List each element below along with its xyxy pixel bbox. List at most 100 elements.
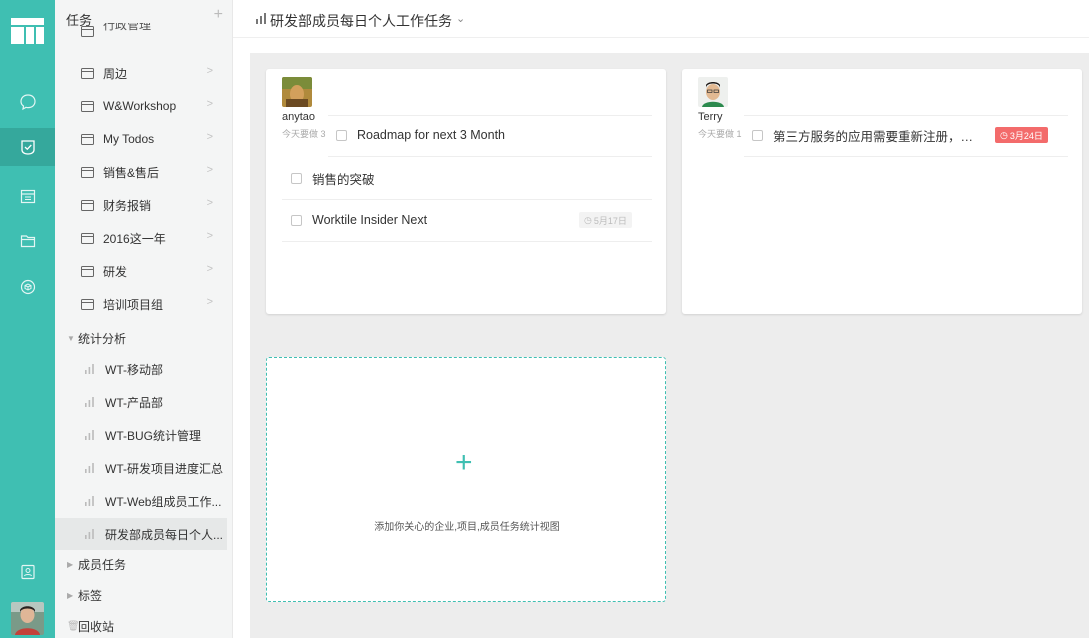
stats-chart-icon [255, 13, 267, 27]
task-check-icon [20, 140, 35, 155]
app-rail [0, 0, 55, 638]
calendar-icon [20, 189, 35, 204]
collapsed-triangle-icon: ▶ [67, 559, 74, 569]
nav-stat-label: WT-移动部 [105, 362, 163, 377]
chevron-right-icon: > [206, 65, 213, 77]
nav-stat-item[interactable]: WT-移动部 [55, 353, 232, 385]
page-title[interactable]: 研发部成员每日个人工作任务 [270, 11, 452, 31]
nav-project-label: 行政管理 [103, 23, 152, 32]
nav-stat-item[interactable]: WT-BUG统计管理 [55, 419, 232, 451]
nav-project-label: 培训项目组 [103, 297, 164, 312]
stats-chart-icon [82, 528, 96, 541]
clock-icon: ◷ [584, 214, 592, 225]
nav-group-tags[interactable]: ▶ 标签 [67, 582, 102, 608]
nav-stat-item[interactable]: WT-产品部 [55, 386, 232, 418]
project-folder-icon [80, 232, 94, 245]
avatar[interactable] [698, 77, 728, 107]
chevron-right-icon: > [206, 296, 213, 308]
rail-files[interactable] [0, 222, 55, 260]
nav-stat-item[interactable]: WT-Web组成员工作... [55, 485, 232, 517]
chevron-right-icon: > [206, 230, 213, 242]
rail-messages[interactable] [0, 83, 55, 121]
task-nav: 任务 + 行政管理 周边 > W&Workshop > My Todos > 销售&售后 > 财… [55, 0, 233, 638]
today-count: 今天要做 1 [698, 129, 742, 139]
rail-contacts[interactable] [0, 553, 55, 591]
divider [744, 115, 1068, 116]
task-title: Roadmap for next 3 Month [357, 128, 505, 142]
member-name: anytao [282, 111, 316, 123]
task-checkbox[interactable] [752, 129, 763, 141]
contacts-icon [20, 564, 35, 580]
rail-apps[interactable] [0, 268, 55, 306]
message-icon [19, 94, 36, 111]
member-card-anytao: anytao 今天要做 3 Roadmap for next 3 Month 销… [266, 69, 666, 314]
nav-group-label: 成员任务 [78, 557, 127, 572]
task-checkbox[interactable] [291, 214, 302, 226]
task-checkbox[interactable] [336, 129, 347, 141]
nav-project-label: 2016这一年 [103, 231, 166, 246]
nav-project-item[interactable]: My Todos > [55, 123, 232, 155]
stats-chart-icon [82, 396, 96, 409]
due-date-badge[interactable]: ◷ 3月24日 [995, 127, 1048, 143]
stats-chart-icon [82, 363, 96, 376]
divider [328, 115, 652, 116]
current-user-avatar[interactable] [11, 602, 44, 635]
nav-trash-label: 回收站 [78, 619, 115, 634]
member-card-terry: Terry 今天要做 1 第三方服务的应用需要重新注册，应... ◷ 3月24日 [682, 69, 1082, 314]
nav-project-item[interactable]: 培训项目组 > [55, 288, 232, 320]
task-item[interactable]: Worktile Insider Next [291, 209, 427, 231]
project-folder-icon [80, 25, 94, 38]
divider [744, 156, 1068, 157]
task-title: 第三方服务的应用需要重新注册，应... [773, 129, 982, 144]
task-title: Worktile Insider Next [312, 213, 428, 227]
nav-group-label: 统计分析 [78, 331, 127, 346]
worktile-logo-icon[interactable] [11, 16, 44, 46]
nav-project-item[interactable]: 财务报销 > [55, 189, 232, 221]
nav-project-label: My Todos [103, 132, 155, 146]
project-folder-icon [80, 133, 94, 146]
add-project-button[interactable]: + [214, 7, 223, 23]
nav-project-item[interactable]: 研发 > [55, 255, 232, 287]
nav-stat-label: WT-产品部 [105, 395, 163, 410]
rail-calendar[interactable] [0, 177, 55, 215]
project-folder-icon [80, 67, 94, 80]
nav-project-item[interactable]: 2016这一年 > [55, 222, 232, 254]
today-count: 今天要做 3 [282, 129, 326, 139]
nav-project-item[interactable]: W&Workshop > [55, 90, 232, 122]
nav-stat-item[interactable]: WT-研发项目进度汇总 [55, 452, 232, 484]
task-item[interactable]: 第三方服务的应用需要重新注册，应... [752, 124, 982, 146]
nav-project-item[interactable]: 周边 > [55, 57, 232, 89]
stats-chart-icon [82, 462, 96, 475]
task-title: 销售的突破 [312, 172, 375, 187]
nav-project-label: W&Workshop [103, 99, 177, 113]
add-stats-view-card[interactable]: + 添加你关心的企业,项目,成员任务统计视图 [266, 357, 666, 602]
nav-group-stats[interactable]: ▼ 统计分析 [67, 325, 126, 351]
rail-tasks[interactable] [0, 128, 55, 166]
chevron-right-icon: > [206, 263, 213, 275]
nav-stat-label: WT-研发项目进度汇总 [105, 461, 223, 476]
chevron-right-icon: > [206, 164, 213, 176]
chevron-right-icon: > [206, 98, 213, 110]
member-name: Terry [698, 111, 723, 123]
nav-project-clipped[interactable]: 行政管理 [55, 23, 232, 46]
stats-chart-icon [82, 495, 96, 508]
project-folder-icon [80, 199, 94, 212]
chevron-down-icon[interactable]: ⌄ [456, 12, 465, 25]
nav-stat-label: 研发部成员每日个人... [105, 527, 224, 542]
task-checkbox[interactable] [291, 172, 302, 184]
task-item[interactable]: 销售的突破 [291, 167, 375, 189]
collapsed-triangle-icon: ▶ [67, 590, 74, 600]
stats-chart-icon [82, 429, 96, 442]
folder-icon [20, 235, 35, 248]
task-item[interactable]: Roadmap for next 3 Month [336, 124, 505, 146]
divider [282, 241, 652, 242]
nav-group-members[interactable]: ▶ 成员任务 [67, 551, 126, 577]
nav-stat-item[interactable]: 研发部成员每日个人... [55, 518, 227, 550]
nav-trash[interactable]: 🗑 回收站 [67, 613, 114, 638]
chevron-right-icon: > [206, 131, 213, 143]
project-folder-icon [80, 100, 94, 113]
stats-board: anytao 今天要做 3 Roadmap for next 3 Month 销… [250, 53, 1089, 638]
due-date-badge[interactable]: ◷ 5月17日 [579, 212, 632, 228]
avatar[interactable] [282, 77, 312, 107]
nav-project-item[interactable]: 销售&售后 > [55, 156, 232, 188]
